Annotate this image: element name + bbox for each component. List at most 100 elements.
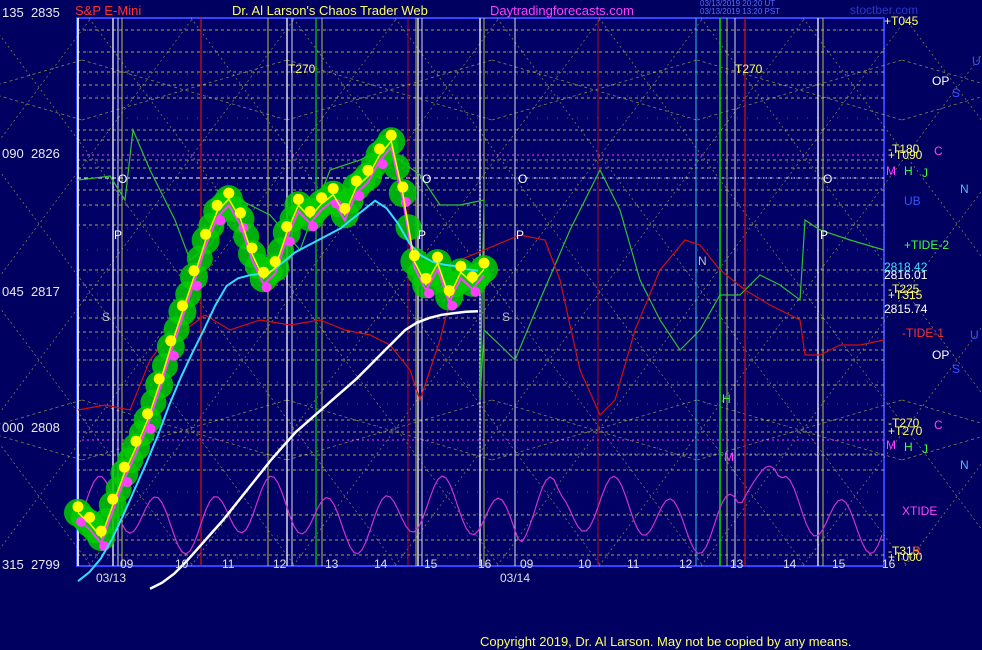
chart-frame: 09 10 11 12 13 14 15 16 09 10 11 12 13 14 15 16 03/13 03/… [0,0,982,650]
price-dot [72,501,84,513]
price-dot [362,164,374,176]
x-tick-label: 09 [520,557,534,571]
x-tick-label: 12 [679,557,693,571]
chart-annotation: O [118,172,128,186]
x-tick-label: 10 [175,557,189,571]
price-dot [408,250,420,262]
x-tick-label: 15 [424,557,438,571]
right-label: U [972,54,981,68]
author-title: Dr. Al Larson's Chaos Trader Web [232,3,428,18]
right-label: M [886,438,896,452]
price-dot [292,193,304,205]
price-dot [478,257,490,269]
right-label: 2815.74 [884,302,928,316]
chart-annotation: S [102,310,111,324]
price-dot [176,300,188,312]
x-tick-label: 11 [627,557,640,571]
right-label: S [952,362,961,376]
price-dot [281,221,293,233]
chart-annotation: T270 [735,62,763,76]
price-dot [200,228,212,240]
price-dot [304,205,316,217]
y-label-090: 090 2826 [2,146,60,161]
x-tick-label: 15 [832,557,846,571]
price-dot [223,187,235,199]
price-dot [455,260,467,272]
right-label: +TIDE-2 [904,238,950,252]
right-label: OP [932,348,950,362]
site-link[interactable]: Daytradingforecasts.com [490,3,634,18]
right-label: C [934,418,943,432]
timestamp-pst: 03/13/2019 13:20 PST [700,7,781,16]
chart-annotation: N [698,254,707,268]
x-tick-label: 13 [730,557,744,571]
right-label: UB [904,194,921,208]
price-dot [130,435,142,447]
price-dot [258,266,270,278]
x-tick-label: 11 [222,557,235,571]
price-dot [142,408,154,420]
x-tick-label: 14 [783,557,797,571]
right-label: R [912,544,921,558]
price-dot [211,199,223,211]
right-label: S [952,86,961,100]
chart-annotation: T270 [288,62,316,76]
right-label: XTIDE [902,504,938,518]
x-tick-label: 09 [120,557,134,571]
date-label: 03/13 [96,571,126,585]
right-label: +T315 [888,288,923,302]
price-dot [350,175,362,187]
right-label: N [960,458,969,472]
x-tick-label: 12 [273,557,287,571]
chart-annotation: P [418,228,427,242]
right-label: J [922,166,928,180]
x-tick-label: 14 [374,557,388,571]
price-dot [234,207,246,219]
right-label: +T045 [884,14,919,28]
chart-annotation: O [823,172,833,186]
right-label: +T090 [888,148,923,162]
price-dot [107,493,119,505]
chart-annotation: H [722,392,731,406]
x-tick-label: 10 [578,557,592,571]
date-label: 03/14 [500,571,530,585]
right-label: U [970,328,979,342]
x-tick-label: 13 [325,557,339,571]
chart-canvas: 09 10 11 12 13 14 15 16 09 10 11 12 13 14 15 1603/13 03/… [0,0,982,650]
price-dot [165,335,177,347]
price-dot [95,525,107,537]
chart-annotation: P [820,228,829,242]
y-label-135: 135 2835 [2,5,60,20]
price-dot [374,143,386,155]
right-label: N [960,182,969,196]
price-dot [188,265,200,277]
chart-annotation: O [422,172,432,186]
price-dot [316,192,328,204]
chart-annotation: O [518,172,528,186]
price-dot [153,373,165,385]
instrument-title: S&P E-Mini [75,3,142,18]
y-label-000: 000 2808 [2,420,60,435]
price-dot [118,461,130,473]
right-label: M [886,164,896,178]
chart-annotation: S [502,310,511,324]
right-label: H [904,440,913,454]
price-dot [246,242,258,254]
right-label: C [934,144,943,158]
chart-annotation: M [724,450,734,464]
price-dot [385,129,397,141]
chart-annotation: P [516,228,525,242]
y-label-045: 045 2817 [2,284,60,299]
price-dot [443,285,455,297]
y-label-315: 315 2799 [2,557,60,572]
price-dot [84,511,96,523]
right-label: 2816.01 [884,268,928,282]
right-label: -TIDE-1 [902,326,944,340]
right-label: OP [932,74,950,88]
right-label: J [922,442,928,456]
price-dot [420,272,432,284]
price-dot [397,181,409,193]
copyright-notice: Copyright 2019, Dr. Al Larson. May not b… [480,634,852,649]
timestamp-stamp: 03/13/2019 20:20 UT 03/13/2019 13:20 PST [700,0,780,16]
right-label: H [904,164,913,178]
